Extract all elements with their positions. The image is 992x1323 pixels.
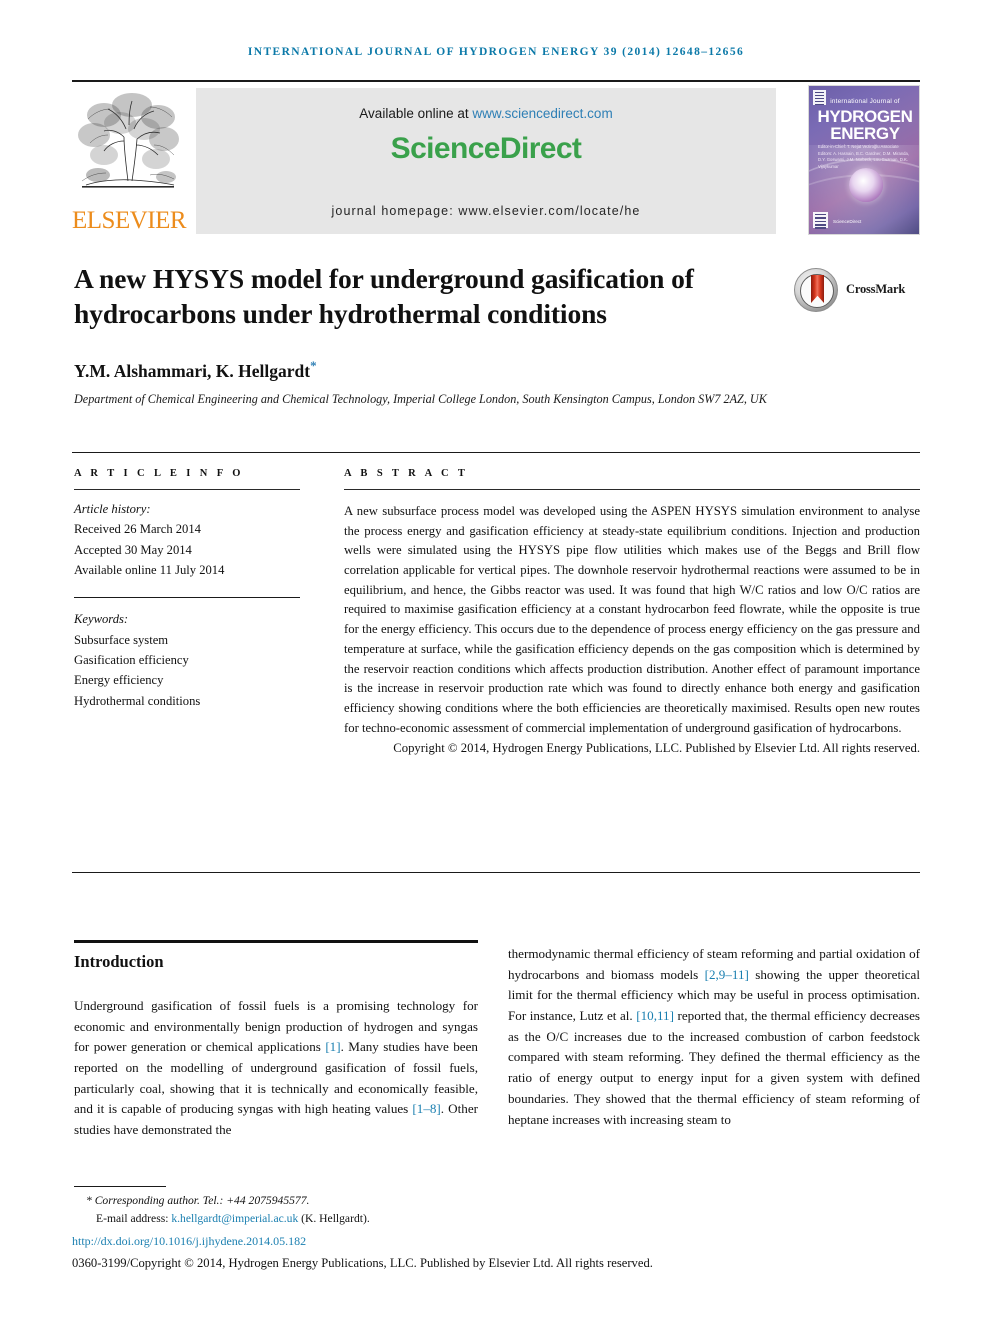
cover-title-line2: ENERGY	[830, 124, 900, 143]
introduction-top-rule	[74, 940, 478, 943]
article-info-heading: A R T I C L E I N F O	[74, 468, 244, 479]
abstract-divider	[344, 489, 920, 490]
issn-copyright-line: 0360-3199/Copyright © 2014, Hydrogen Ene…	[72, 1256, 653, 1270]
paper-page: INTERNATIONAL JOURNAL OF HYDROGEN ENERGY…	[0, 0, 992, 1323]
abstract-body: A new subsurface process model was devel…	[344, 504, 920, 735]
article-info-divider	[74, 489, 300, 490]
doi-link[interactable]: http://dx.doi.org/10.1016/j.ijhydene.201…	[72, 1234, 306, 1249]
email-suffix: (K. Hellgardt).	[298, 1211, 370, 1225]
page-title: A new HYSYS model for underground gasifi…	[74, 263, 694, 329]
keyword-item: Gasification efficiency	[74, 652, 189, 667]
sciencedirect-logo[interactable]: ScienceDirect	[196, 132, 776, 166]
author-names: Y.M. Alshammari, K. Hellgardt	[74, 360, 311, 381]
section-title-introduction: Introduction	[74, 952, 164, 971]
abstract-heading: A B S T R A C T	[344, 468, 469, 479]
abstract-copyright: Copyright © 2014, Hydrogen Energy Public…	[393, 741, 920, 756]
keywords-divider	[74, 596, 300, 599]
corresponding-author-note: * Corresponding author. Tel.: +44 207594…	[86, 1194, 310, 1207]
footnote-rule	[74, 1186, 166, 1187]
corresponding-author-marker[interactable]: *	[310, 358, 317, 373]
journal-cover-thumbnail[interactable]: international Journal of HYDROGEN ENERGY…	[808, 85, 920, 235]
cover-title-line1: HYDROGEN	[817, 107, 913, 126]
history-available-online: Available online 11 July 2014	[74, 563, 225, 578]
sciencedirect-banner: Available online at www.sciencedirect.co…	[196, 88, 776, 234]
keyword-item: Subsurface system	[74, 632, 169, 647]
body-column-right: thermodynamic thermal efficiency of stea…	[508, 946, 920, 1127]
cover-sciencedirect-mark: ScienceDirect	[833, 219, 862, 225]
sciencedirect-logo-direct: Direct	[499, 132, 582, 165]
cover-journal-prefix: international Journal of	[830, 98, 900, 105]
body-column-left: Underground gasification of fossil fuels…	[74, 998, 478, 1138]
author-list: Y.M. Alshammari, K. Hellgardt*	[74, 358, 774, 382]
abstract-column: A B S T R A C T A new subsurface process…	[344, 468, 920, 759]
history-received: Received 26 March 2014	[74, 522, 201, 537]
email-note: E-mail address: k.hellgardt@imperial.ac.…	[74, 1210, 924, 1228]
journal-homepage-line[interactable]: journal homepage: www.elsevier.com/locat…	[196, 204, 776, 218]
journal-masthead: INTERNATIONAL JOURNAL OF HYDROGEN ENERGY…	[247, 46, 745, 58]
cover-orb-decoration	[849, 168, 883, 202]
keywords-block: Keywords: Subsurface system Gasification…	[74, 609, 304, 711]
available-online-text: Available online at	[359, 106, 473, 121]
masthead-divider	[72, 80, 920, 82]
crossmark-badge[interactable]: CrossMark	[794, 268, 920, 316]
keywords-label: Keywords:	[74, 612, 129, 627]
crossmark-icon	[794, 268, 838, 312]
keyword-item: Hydrothermal conditions	[74, 693, 201, 708]
elsevier-tree-icon	[78, 93, 179, 188]
abstract-block-top-rule	[72, 452, 920, 453]
footnote-block: * Corresponding author. Tel.: +44 207594…	[74, 1192, 924, 1227]
elsevier-wordmark: ELSEVIER	[72, 207, 187, 234]
elsevier-logo: ELSEVIER	[72, 85, 187, 237]
keyword-item: Energy efficiency	[74, 673, 164, 688]
article-history-block: Article history: Received 26 March 2014 …	[74, 499, 304, 581]
sciencedirect-logo-science: Science	[390, 132, 501, 165]
affiliation: Department of Chemical Engineering and C…	[74, 392, 767, 406]
email-link[interactable]: k.hellgardt@imperial.ac.uk	[171, 1212, 298, 1225]
abstract-block-bottom-rule	[72, 872, 920, 873]
history-accepted: Accepted 30 May 2014	[74, 542, 192, 557]
available-online-line: Available online at www.sciencedirect.co…	[196, 106, 776, 121]
sciencedirect-url-link[interactable]: www.sciencedirect.com	[472, 106, 612, 121]
crossmark-label: CrossMark	[846, 282, 906, 296]
cover-editors-text: Editor-in-Chief: T. Nejat Veziroğlu Asso…	[818, 144, 909, 169]
cover-bottom-badge-icon	[813, 212, 828, 229]
email-label: E-mail address:	[96, 1211, 172, 1225]
journal-header-band: ELSEVIER Available online at www.science…	[72, 85, 920, 237]
article-history-label: Article history:	[74, 502, 151, 516]
article-info-column: A R T I C L E I N F O Article history: R…	[74, 468, 304, 711]
